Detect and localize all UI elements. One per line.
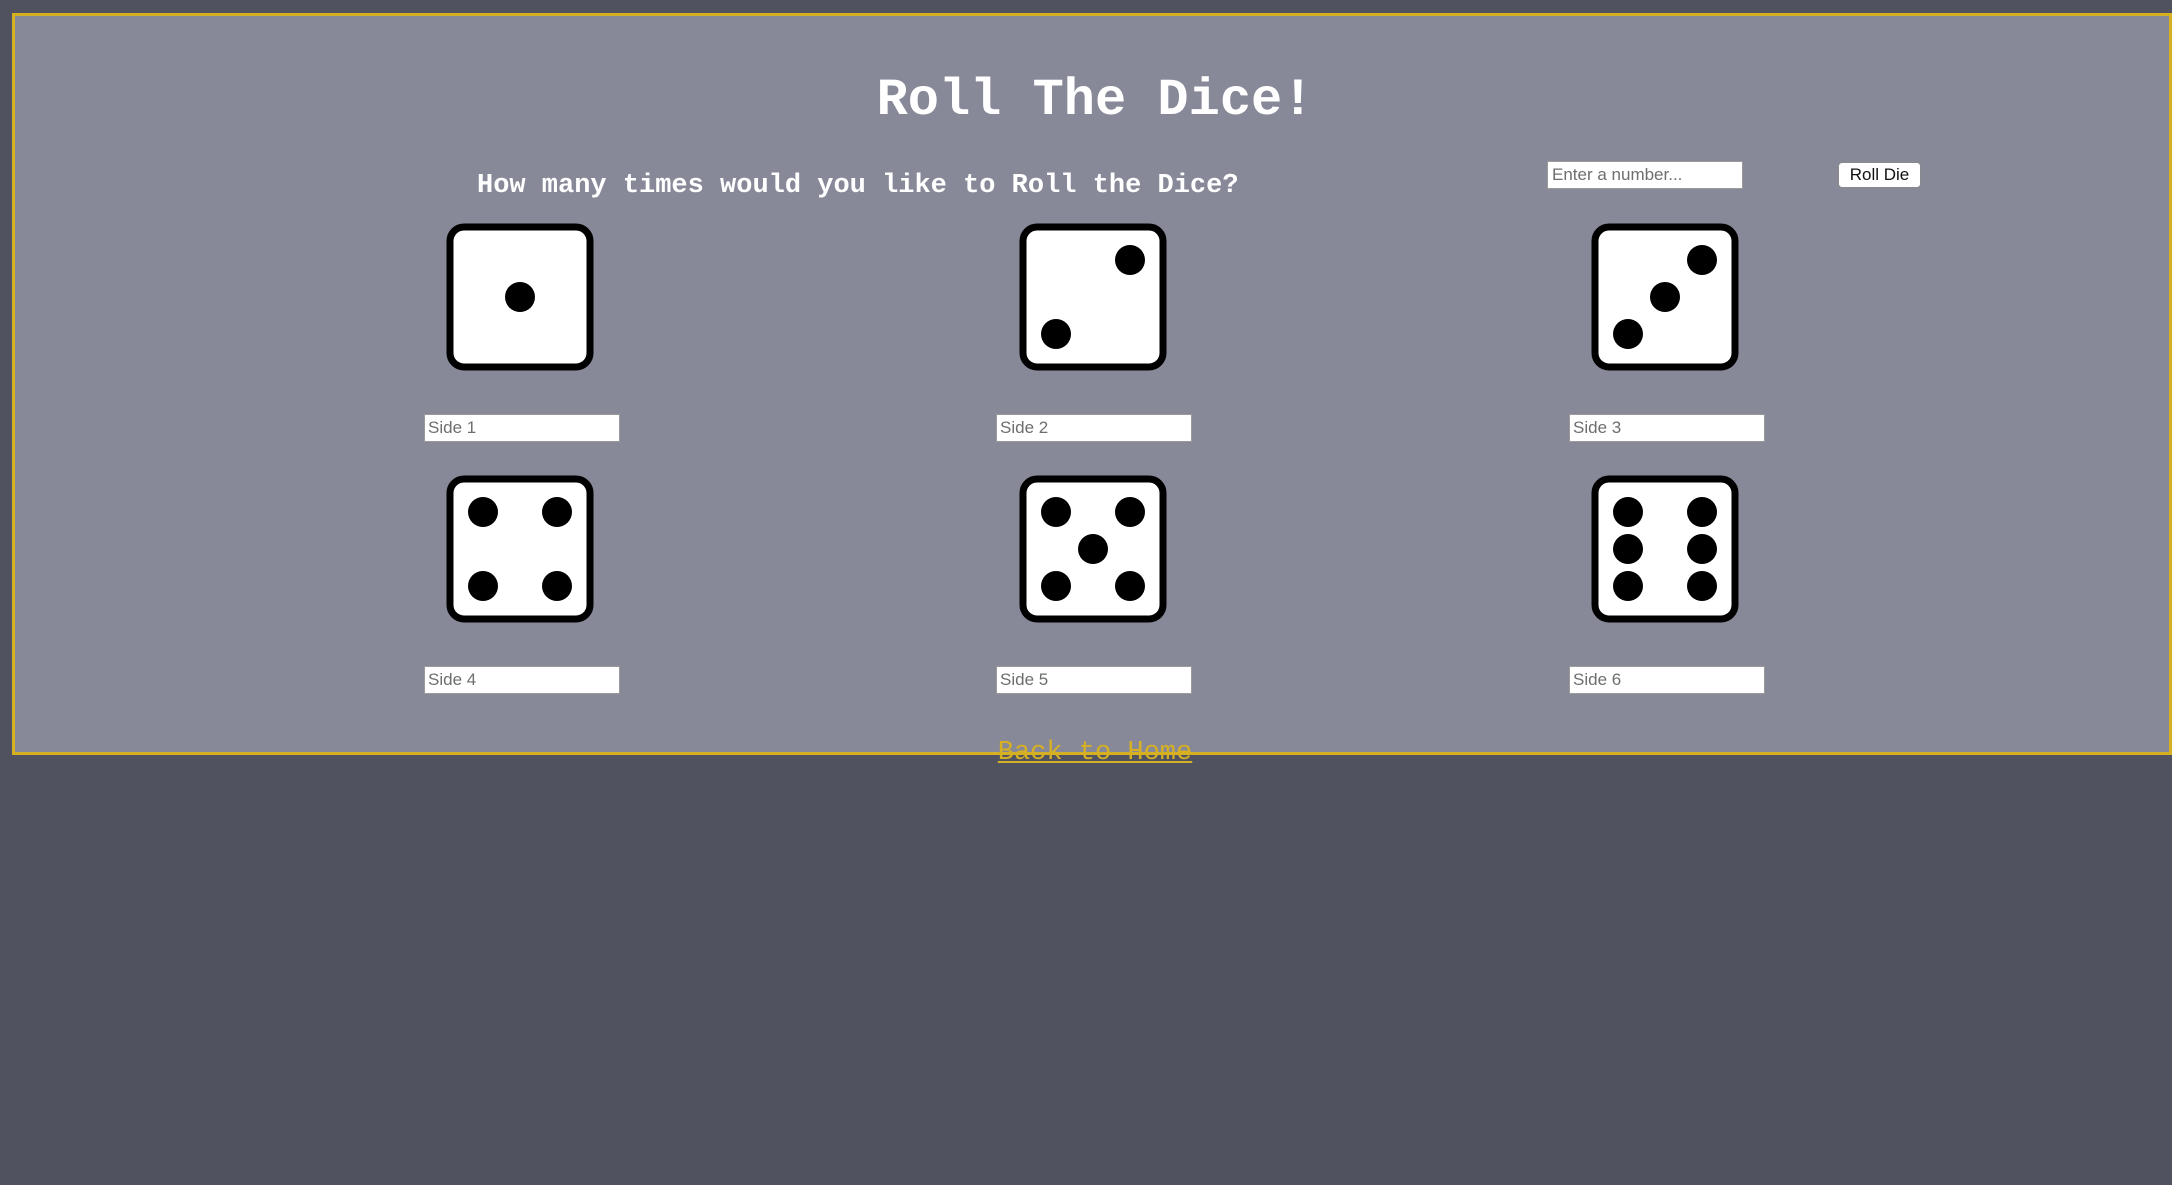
die-face-3-icon: [1591, 223, 1739, 371]
page-title: Roll The Dice!: [876, 71, 1314, 130]
side-6-input[interactable]: [1569, 666, 1765, 694]
side-1-input[interactable]: [424, 414, 620, 442]
die-face-4-icon: [446, 475, 594, 623]
die-face-5-icon: [1019, 475, 1167, 623]
back-to-home-link[interactable]: Back to Home: [15, 735, 2172, 771]
side-2-input[interactable]: [996, 414, 1192, 442]
die-face-6-icon: [1591, 475, 1739, 623]
main-panel: Roll The Dice! How many times would you …: [12, 13, 2172, 768]
side-5-input[interactable]: [996, 666, 1192, 694]
roll-count-input[interactable]: [1547, 161, 1743, 189]
side-3-input[interactable]: [1569, 414, 1765, 442]
die-face-1-icon: [446, 223, 594, 371]
die-face-2-icon: [1019, 223, 1167, 371]
roll-count-prompt: How many times would you like to Roll th…: [477, 171, 1239, 201]
side-4-input[interactable]: [424, 666, 620, 694]
roll-die-button[interactable]: Roll Die: [1838, 162, 1921, 188]
